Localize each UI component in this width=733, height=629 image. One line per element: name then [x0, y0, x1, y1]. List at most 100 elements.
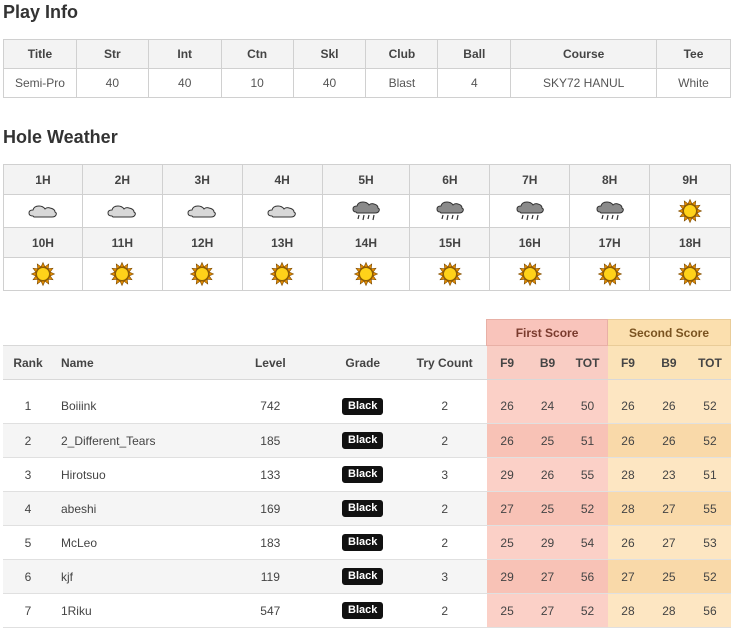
- weather-cell-4h: [241, 194, 323, 228]
- first-score-tot-cell: 50: [567, 389, 608, 424]
- first-tot-header[interactable]: TOT: [567, 345, 608, 380]
- first-b9-header[interactable]: B9: [527, 345, 568, 380]
- player-name-cell: Boiiink: [52, 389, 218, 424]
- hole-label-6h: 6H: [409, 164, 491, 195]
- first-score-b9-cell: 25: [527, 423, 568, 458]
- play-info-value-club: Blast: [365, 68, 439, 98]
- first-score-b9-cell: 27: [527, 593, 568, 628]
- sun-icon: [674, 198, 706, 224]
- hole-label-4h: 4H: [241, 164, 323, 195]
- second-tot-header[interactable]: TOT: [689, 345, 731, 380]
- level-cell: 742: [217, 389, 323, 424]
- hole-label-16h: 16H: [489, 227, 571, 258]
- first-score-b9-cell: 29: [527, 525, 568, 560]
- second-score-tot-cell: 52: [689, 389, 731, 424]
- hole-label-18h: 18H: [649, 227, 731, 258]
- first-score-tot-cell: 56: [567, 559, 608, 594]
- ranking-row: 4 abeshi 169 Black 2 27 25 52 28 27 55: [3, 491, 731, 526]
- play-info-value-int: 40: [147, 68, 222, 98]
- hole-label-17h: 17H: [569, 227, 651, 258]
- play-info-header-club: Club: [365, 39, 439, 69]
- cloud-icon: [27, 203, 59, 218]
- sun-icon: [266, 261, 298, 287]
- hole-label-9h: 9H: [649, 164, 731, 195]
- play-info-title: Play Info: [3, 2, 79, 22]
- weather-cell-13h: [241, 257, 323, 291]
- player-name-cell: McLeo: [52, 525, 218, 560]
- second-score-tot-cell: 52: [689, 423, 731, 458]
- grade-badge: Black: [342, 500, 384, 517]
- weather-cell-18h: [649, 257, 731, 291]
- level-header[interactable]: Level: [217, 345, 323, 380]
- second-b9-header[interactable]: B9: [648, 345, 690, 380]
- second-score-b9-cell: 23: [648, 457, 690, 492]
- weather-cell-14h: [321, 257, 411, 291]
- hole-label-11h: 11H: [81, 227, 163, 258]
- grade-cell: Black: [322, 559, 403, 594]
- ranking-row: 6 kjf 119 Black 3 29 27 56 27 25 52: [3, 559, 731, 594]
- first-f9-header[interactable]: F9: [486, 345, 528, 380]
- first-score-f9-cell: 25: [486, 593, 528, 628]
- play-info-header-int: Int: [147, 39, 222, 69]
- grade-badge: Black: [342, 568, 384, 585]
- second-score-tot-cell: 51: [689, 457, 731, 492]
- grade-header[interactable]: Grade: [322, 345, 403, 380]
- weather-cell-12h: [161, 257, 243, 291]
- grade-badge: Black: [342, 432, 384, 449]
- weather-cell-16h: [489, 257, 571, 291]
- hole-label-2h: 2H: [81, 164, 163, 195]
- rank-header[interactable]: Rank: [3, 345, 53, 380]
- grade-cell: Black: [322, 491, 403, 526]
- second-score-f9-cell: 26: [607, 525, 649, 560]
- play-info-value-ball: 4: [437, 68, 512, 98]
- player-name-cell: abeshi: [52, 491, 218, 526]
- level-cell: 183: [217, 525, 323, 560]
- grade-cell: Black: [322, 525, 403, 560]
- play-info-value-title: Semi-Pro: [3, 68, 77, 98]
- play-info-header-str: Str: [75, 39, 149, 69]
- name-header[interactable]: Name: [52, 345, 218, 380]
- try-count-cell: 3: [402, 457, 487, 492]
- second-score-b9-cell: 27: [648, 491, 690, 526]
- second-score-b9-cell: 26: [648, 389, 690, 424]
- second-score-b9-cell: 26: [648, 423, 690, 458]
- first-score-f9-cell: 25: [486, 525, 528, 560]
- play-info-value-ctn: 10: [220, 68, 294, 98]
- play-info-header-course: Course: [510, 39, 658, 69]
- try-count-header[interactable]: Try Count: [402, 345, 487, 380]
- first-score-b9-cell: 27: [527, 559, 568, 594]
- first-score-f9-cell: 26: [486, 423, 528, 458]
- second-score-b9-cell: 28: [648, 593, 690, 628]
- weather-cell-15h: [409, 257, 491, 291]
- second-score-f9-cell: 28: [607, 593, 649, 628]
- rain-cloud-icon: [514, 201, 546, 221]
- rank-cell: 1: [3, 389, 53, 424]
- try-count-cell: 2: [402, 525, 487, 560]
- play-info-value-str: 40: [75, 68, 149, 98]
- first-score-f9-cell: 29: [486, 457, 528, 492]
- rank-cell: 6: [3, 559, 53, 594]
- sun-icon: [106, 261, 138, 287]
- rain-cloud-icon: [350, 201, 382, 221]
- weather-cell-11h: [81, 257, 163, 291]
- hole-label-14h: 14H: [321, 227, 411, 258]
- rain-cloud-icon: [594, 201, 626, 221]
- play-info-header-skl: Skl: [292, 39, 367, 69]
- weather-cell-9h: [649, 194, 731, 228]
- try-count-cell: 2: [402, 593, 487, 628]
- grade-badge: Black: [342, 602, 384, 619]
- play-info-header-title: Title: [3, 39, 77, 69]
- second-f9-header[interactable]: F9: [607, 345, 649, 380]
- second-score-f9-cell: 28: [607, 491, 649, 526]
- second-score-tot-cell: 53: [689, 525, 731, 560]
- play-info-header-ball: Ball: [437, 39, 512, 69]
- cloud-icon: [186, 203, 218, 218]
- level-cell: 119: [217, 559, 323, 594]
- first-score-tot-cell: 55: [567, 457, 608, 492]
- weather-cell-1h: [3, 194, 83, 228]
- second-score-group-header: Second Score: [607, 319, 731, 346]
- try-count-cell: 2: [402, 491, 487, 526]
- first-score-b9-cell: 24: [527, 389, 568, 424]
- second-score-f9-cell: 26: [607, 389, 649, 424]
- play-info-value-skl: 40: [292, 68, 367, 98]
